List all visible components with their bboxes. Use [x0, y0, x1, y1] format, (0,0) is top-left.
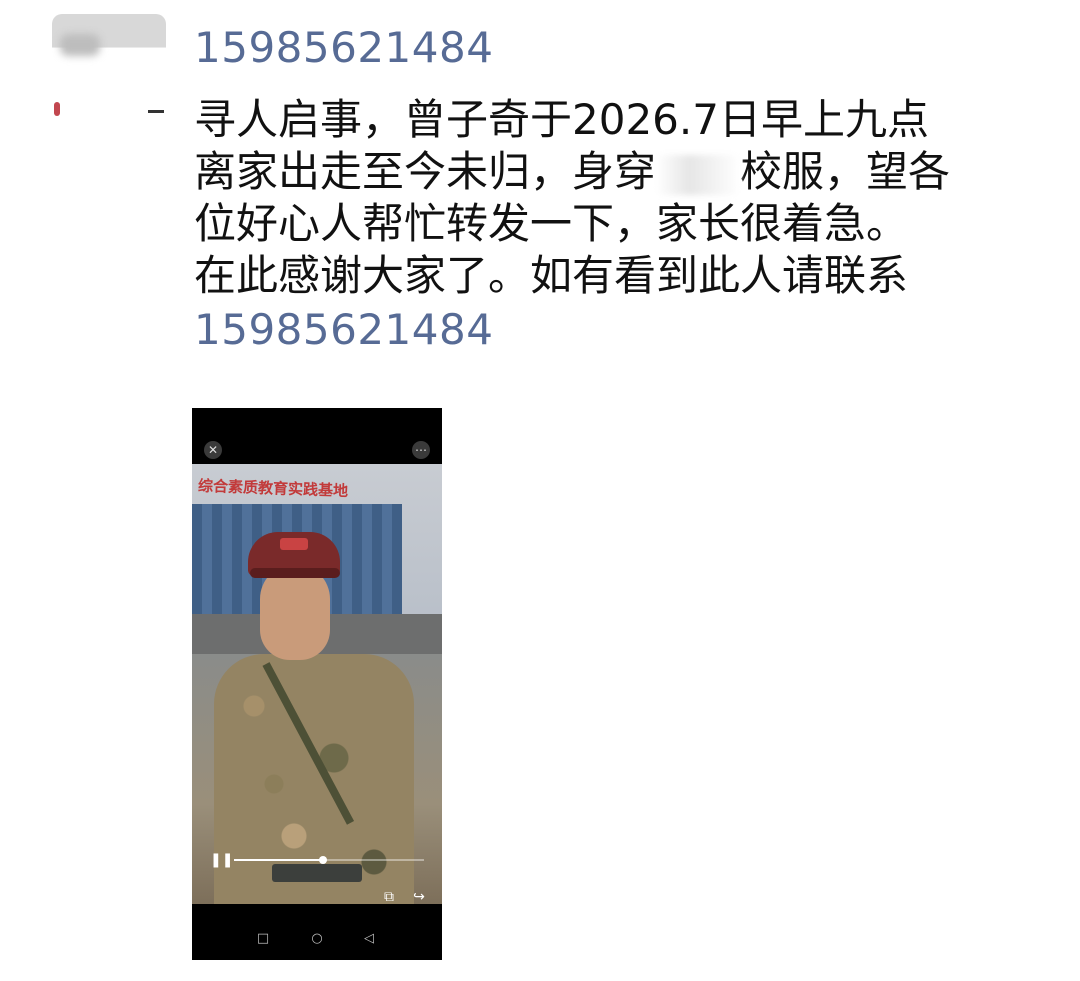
progress-fill: [234, 859, 324, 861]
video-topbar: ✕ ⋯: [192, 408, 442, 464]
android-navbar: □ ○ ◁: [192, 904, 442, 960]
sender-avatar[interactable]: [52, 14, 166, 124]
message-line-2-part-2: 校服，望各: [740, 147, 951, 196]
message-body: 寻人启事，曾子奇于2026.7日早上九点 离家出走至今未归，身穿 校服，望各 位好…: [194, 94, 1054, 302]
person-face: [260, 564, 330, 660]
video-progress[interactable]: ❚❚: [210, 852, 424, 870]
close-icon[interactable]: ✕: [204, 441, 222, 459]
message-line-2: 离家出走至今未归，身穿 校服，望各: [194, 146, 1054, 198]
avatar-dash: [148, 110, 164, 113]
redacted-text: [656, 154, 741, 195]
video-frame: 综合素质教育实践基地: [192, 464, 442, 904]
message-line-3: 位好心人帮忙转发一下，家长很着急。: [194, 199, 909, 248]
recent-icon[interactable]: □: [256, 932, 270, 946]
phone-link-bottom[interactable]: 15985621484: [194, 304, 1054, 356]
cap-badge: [280, 538, 308, 550]
back-icon[interactable]: ◁: [362, 932, 376, 946]
cap-brim: [250, 568, 340, 578]
avatar-blur: [60, 34, 100, 56]
message-line-1: 寻人启事，曾子奇于2026.7日早上九点: [194, 95, 929, 144]
phone-link-top[interactable]: 15985621484: [194, 22, 1054, 74]
message-line-2-part-1: 离家出走至今未归，身穿: [194, 147, 657, 196]
avatar-red-mark: [54, 102, 60, 116]
video-screenshot[interactable]: ✕ ⋯ 综合素质教育实践基地 ❚❚ ⧉ ↪ □ ○ ◁: [192, 408, 442, 960]
message-line-4: 在此感谢大家了。如有看到此人请联系: [194, 251, 909, 300]
more-icon[interactable]: ⋯: [412, 441, 430, 459]
progress-knob[interactable]: [319, 856, 328, 864]
message-content: 15985621484 寻人启事，曾子奇于2026.7日早上九点 离家出走至今未…: [194, 22, 1054, 356]
home-icon[interactable]: ○: [310, 932, 324, 946]
pause-icon[interactable]: ❚❚: [210, 852, 233, 868]
